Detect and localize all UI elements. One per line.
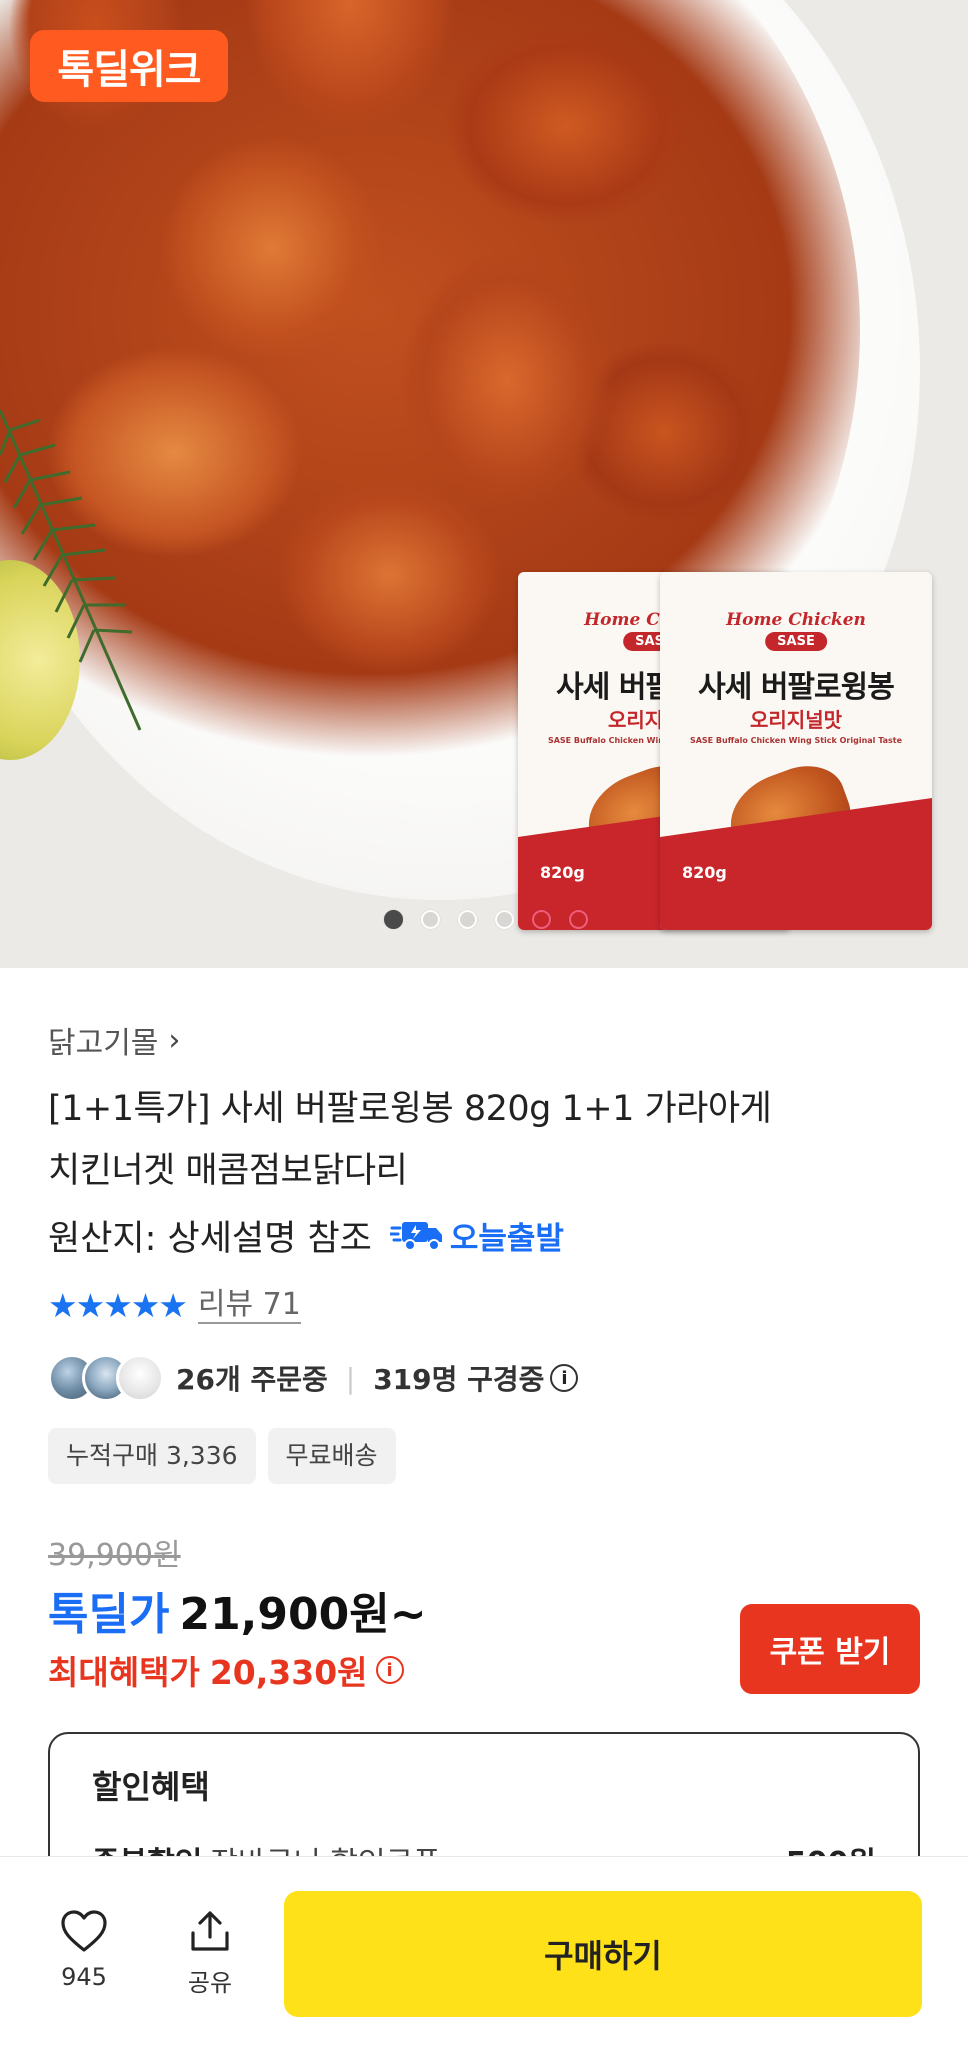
today-shipping-label: 오늘출발 (449, 1220, 564, 1257)
origin-text: 원산지: 상세설명 참조 (48, 1218, 372, 1259)
tag-free-shipping: 무료배송 (267, 1428, 396, 1484)
heart-icon (61, 1910, 107, 1952)
product-image-carousel[interactable]: 톡딜위크 Home Chicken SASE 사세 버팔로윙봉 오리지널맛 SA… (0, 0, 968, 968)
tag-cumulative-purchase: 누적구매 3,336 (48, 1428, 256, 1484)
get-coupon-button[interactable]: 쿠폰 받기 (740, 1604, 920, 1694)
carousel-dot[interactable] (458, 910, 477, 929)
promo-brand-badge: 톡딜위크 (30, 30, 228, 102)
deal-price-label: 톡딜가 (48, 1589, 170, 1640)
product-package-front: Home Chicken SASE 사세 버팔로윙봉 오리지널맛 SASE Bu… (660, 572, 932, 930)
info-icon[interactable]: i (550, 1364, 579, 1392)
rating-row: ★★★★★ 리뷰 71 (48, 1286, 301, 1325)
share-label: 공유 (187, 1969, 233, 1997)
chevron-right-icon: › (168, 1022, 181, 1058)
discount-title: 할인혜택 (92, 1768, 210, 1806)
carousel-dot[interactable] (569, 910, 588, 929)
rosemary-image (0, 409, 142, 731)
like-button[interactable]: 945 (44, 1909, 124, 1991)
max-benefit-row: 최대혜택가 20,330원 i (48, 1646, 404, 1694)
buyer-avatars (48, 1354, 164, 1402)
carousel-dot[interactable] (532, 910, 551, 929)
original-price: 39,900원 (48, 1538, 181, 1573)
social-proof-row: 26개 주문중 | 319명 구경중 i (48, 1354, 579, 1402)
category-label: 닭고기몰 (48, 1026, 159, 1061)
delivery-truck-icon (389, 1222, 442, 1251)
like-count: 945 (61, 1963, 107, 1991)
divider: | (345, 1361, 356, 1395)
rating-stars-icon: ★★★★★ (48, 1286, 188, 1325)
bottom-action-bar: 945 공유 구매하기 (0, 1856, 968, 2046)
review-link[interactable]: 리뷰 71 (197, 1287, 301, 1324)
max-benefit-price: 20,330원 (209, 1653, 368, 1692)
carousel-dot[interactable] (495, 910, 514, 929)
viewer-count: 319명 구경중 (373, 1363, 545, 1396)
avatar (116, 1354, 164, 1402)
carousel-dot[interactable] (421, 910, 440, 929)
carousel-indicator[interactable] (384, 910, 588, 929)
carousel-dot[interactable] (384, 910, 403, 929)
deal-price: 21,900원~ (179, 1589, 427, 1640)
origin-info: 원산지: 상세설명 참조 오늘출발 (48, 1204, 564, 1266)
ordering-count: 26개 주문중 (176, 1363, 328, 1396)
deal-price-row: 톡딜가 21,900원~ (48, 1578, 427, 1642)
share-button[interactable]: 공유 (170, 1909, 250, 1998)
product-tags: 누적구매 3,336 무료배송 (48, 1428, 396, 1484)
product-title-line1: [1+1특가] 사세 버팔로윙봉 820g 1+1 가라아게 (48, 1089, 772, 1129)
store-category-link[interactable]: 닭고기몰 › (48, 1018, 180, 1062)
product-title: [1+1특가] 사세 버팔로윙봉 820g 1+1 가라아게 치킨너겟 매콤점보… (48, 1078, 928, 1202)
buy-button[interactable]: 구매하기 (284, 1891, 922, 2017)
max-benefit-label: 최대혜택가 (48, 1653, 200, 1692)
share-icon (191, 1911, 229, 1951)
product-title-line2: 치킨너겟 매콤점보닭다리 (48, 1151, 408, 1191)
today-shipping-badge: 오늘출발 (389, 1213, 564, 1258)
info-icon[interactable]: i (375, 1656, 404, 1684)
